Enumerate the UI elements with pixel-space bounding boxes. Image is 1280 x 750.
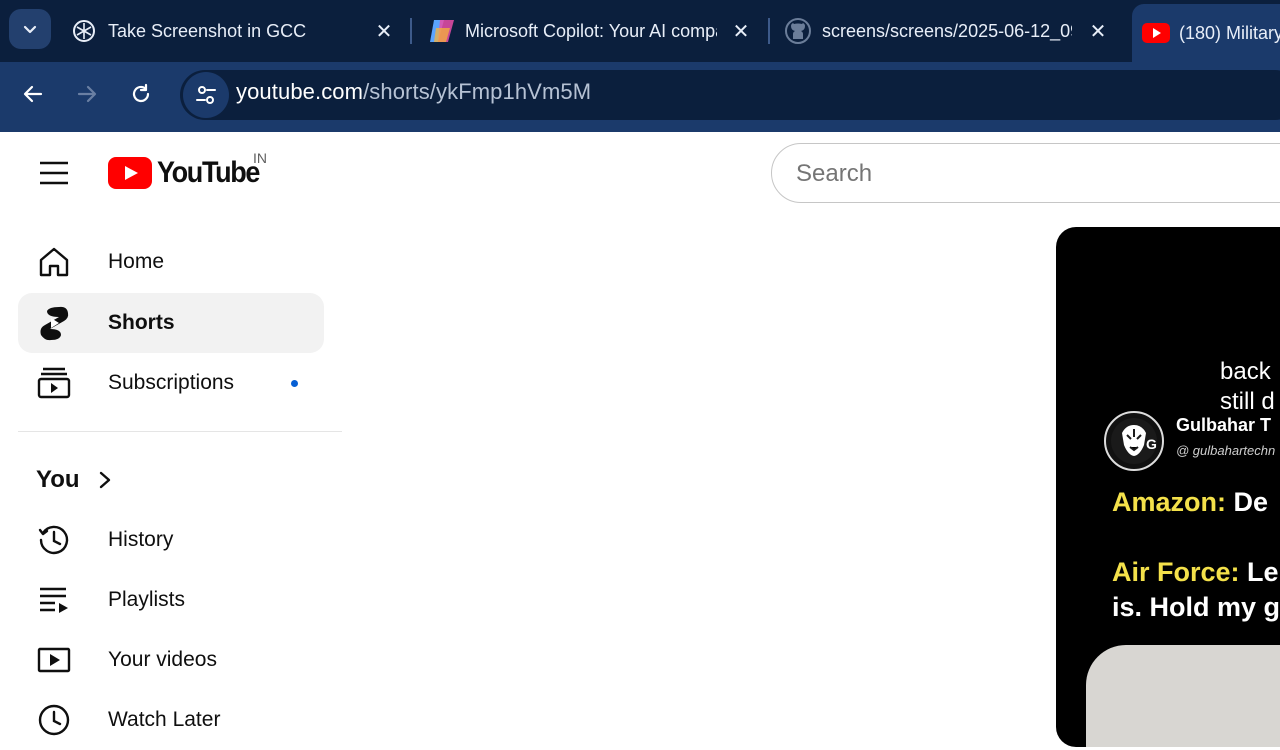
tiger-logo-icon: G [1111, 418, 1157, 464]
channel-name: Gulbahar T [1176, 415, 1272, 435]
watch-later-icon [36, 702, 72, 738]
tab-title: Take Screenshot in GCC [108, 20, 307, 41]
youtube-play-logo-icon [108, 157, 152, 189]
tab-separator [410, 18, 412, 44]
arrow-left-icon [23, 85, 43, 103]
openai-icon [73, 20, 95, 42]
sidebar-item-subscriptions[interactable]: Subscriptions [18, 353, 324, 413]
caption-line: back [1220, 358, 1271, 385]
you-section-title: You [36, 466, 80, 493]
meme-speaker: Air Force: [1112, 557, 1240, 587]
url-text[interactable]: youtube.com/shorts/ykFmp1hVm5M [236, 79, 591, 105]
country-code: IN [253, 150, 267, 166]
tab-separator [768, 18, 770, 44]
url-host: youtube.com [236, 79, 364, 104]
url-path: /shorts/ykFmp1hVm5M [363, 79, 592, 104]
tab-search-button[interactable] [9, 9, 51, 49]
sidebar-divider [18, 431, 342, 432]
chevron-right-icon [99, 471, 110, 489]
tab-title: screens/screens/2025-06-12_09 [822, 20, 1072, 41]
your-videos-icon [36, 642, 72, 678]
shorts-icon [36, 305, 72, 341]
search-input[interactable] [796, 158, 1276, 190]
sidebar-item-label: Watch Later [108, 708, 221, 731]
close-icon[interactable]: ✕ [727, 17, 755, 45]
youtube-icon [1142, 23, 1170, 43]
meme-text: De [1233, 487, 1269, 517]
browser-tab-1[interactable]: Take Screenshot in GCC ✕ [62, 4, 407, 58]
youtube-logo[interactable]: YouTube [108, 156, 270, 190]
copilot-icon [430, 20, 454, 42]
you-section-header[interactable]: You [36, 462, 112, 498]
reload-button[interactable] [121, 74, 161, 114]
chevron-down-icon [23, 25, 37, 34]
search-box[interactable] [771, 143, 1280, 203]
home-icon [36, 244, 72, 280]
sidebar-item-label: Your videos [108, 648, 217, 671]
youtube-wordmark: YouTube [157, 156, 260, 189]
channel-avatar: G [1104, 411, 1164, 471]
meme-text-line: Amazon: De [1112, 487, 1268, 518]
sidebar-item-label: Shorts [108, 311, 175, 334]
close-icon[interactable]: ✕ [1084, 17, 1112, 45]
meme-speaker: Amazon: [1112, 487, 1226, 517]
sidebar-item-watch-later[interactable]: Watch Later [18, 690, 324, 750]
video-caption: back still d [1220, 357, 1280, 415]
sidebar-item-home[interactable]: Home [18, 232, 324, 292]
browser-tab-3[interactable]: screens/screens/2025-06-12_09 ✕ [777, 4, 1122, 58]
sidebar-item-your-videos[interactable]: Your videos [18, 630, 324, 690]
playlists-icon [36, 582, 72, 618]
channel-handle: @ gulbahartechn [1176, 443, 1276, 458]
guide-menu-button[interactable] [32, 151, 76, 195]
arrow-right-icon [77, 85, 97, 103]
sidebar-item-label: Subscriptions [108, 371, 235, 394]
sidebar-item-label: History [108, 528, 174, 551]
meme-text: Le [1247, 557, 1279, 587]
browser-tab-2[interactable]: Microsoft Copilot: Your AI companion ✕ [420, 4, 765, 58]
back-button[interactable] [13, 74, 53, 114]
browser-tab-4-active[interactable]: (180) Military [1132, 4, 1280, 62]
site-info-button[interactable] [183, 72, 229, 118]
forward-button[interactable] [67, 74, 107, 114]
tune-icon [196, 86, 216, 104]
toolbar-divider [0, 130, 1280, 132]
sidebar-item-history[interactable]: History [18, 510, 324, 570]
new-content-dot [291, 379, 298, 387]
close-icon[interactable]: ✕ [370, 17, 398, 45]
hamburger-menu-icon [40, 161, 68, 185]
tab-title: Microsoft Copilot: Your AI companion [465, 20, 717, 41]
history-icon [36, 522, 72, 558]
sidebar-item-shorts[interactable]: Shorts [18, 293, 324, 353]
github-icon [785, 18, 811, 44]
subscriptions-icon [36, 365, 72, 401]
meme-text-line: Air Force: Le [1112, 557, 1279, 588]
sidebar-item-playlists[interactable]: Playlists [18, 570, 324, 630]
reload-icon [132, 83, 150, 103]
meme-text-line: is. Hold my g [1112, 592, 1280, 622]
svg-text:G: G [1146, 436, 1157, 452]
meme-image [1086, 645, 1280, 747]
sidebar-item-label: Playlists [108, 588, 186, 611]
shorts-video-player[interactable]: back still d G Gulbahar T @ gulbahartech… [1056, 227, 1280, 747]
sidebar-item-label: Home [108, 250, 165, 273]
caption-line: still d [1220, 388, 1275, 415]
tab-title: (180) Military [1179, 22, 1280, 43]
